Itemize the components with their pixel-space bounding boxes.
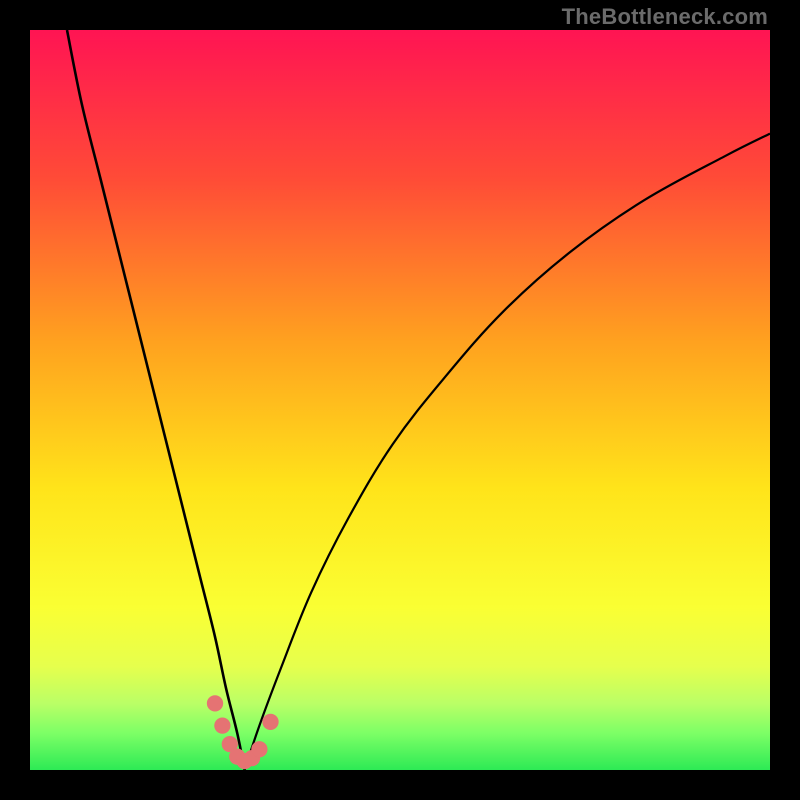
- marker-point: [251, 741, 267, 757]
- left-curve: [67, 30, 245, 770]
- watermark-text: TheBottleneck.com: [562, 4, 768, 30]
- bottleneck-markers: [207, 695, 279, 769]
- chart-canvas: TheBottleneck.com: [0, 0, 800, 800]
- right-curve: [245, 134, 770, 770]
- curves-layer: [30, 30, 770, 770]
- plot-area: [30, 30, 770, 770]
- marker-point: [214, 717, 230, 733]
- marker-point: [207, 695, 223, 711]
- marker-point: [262, 714, 278, 730]
